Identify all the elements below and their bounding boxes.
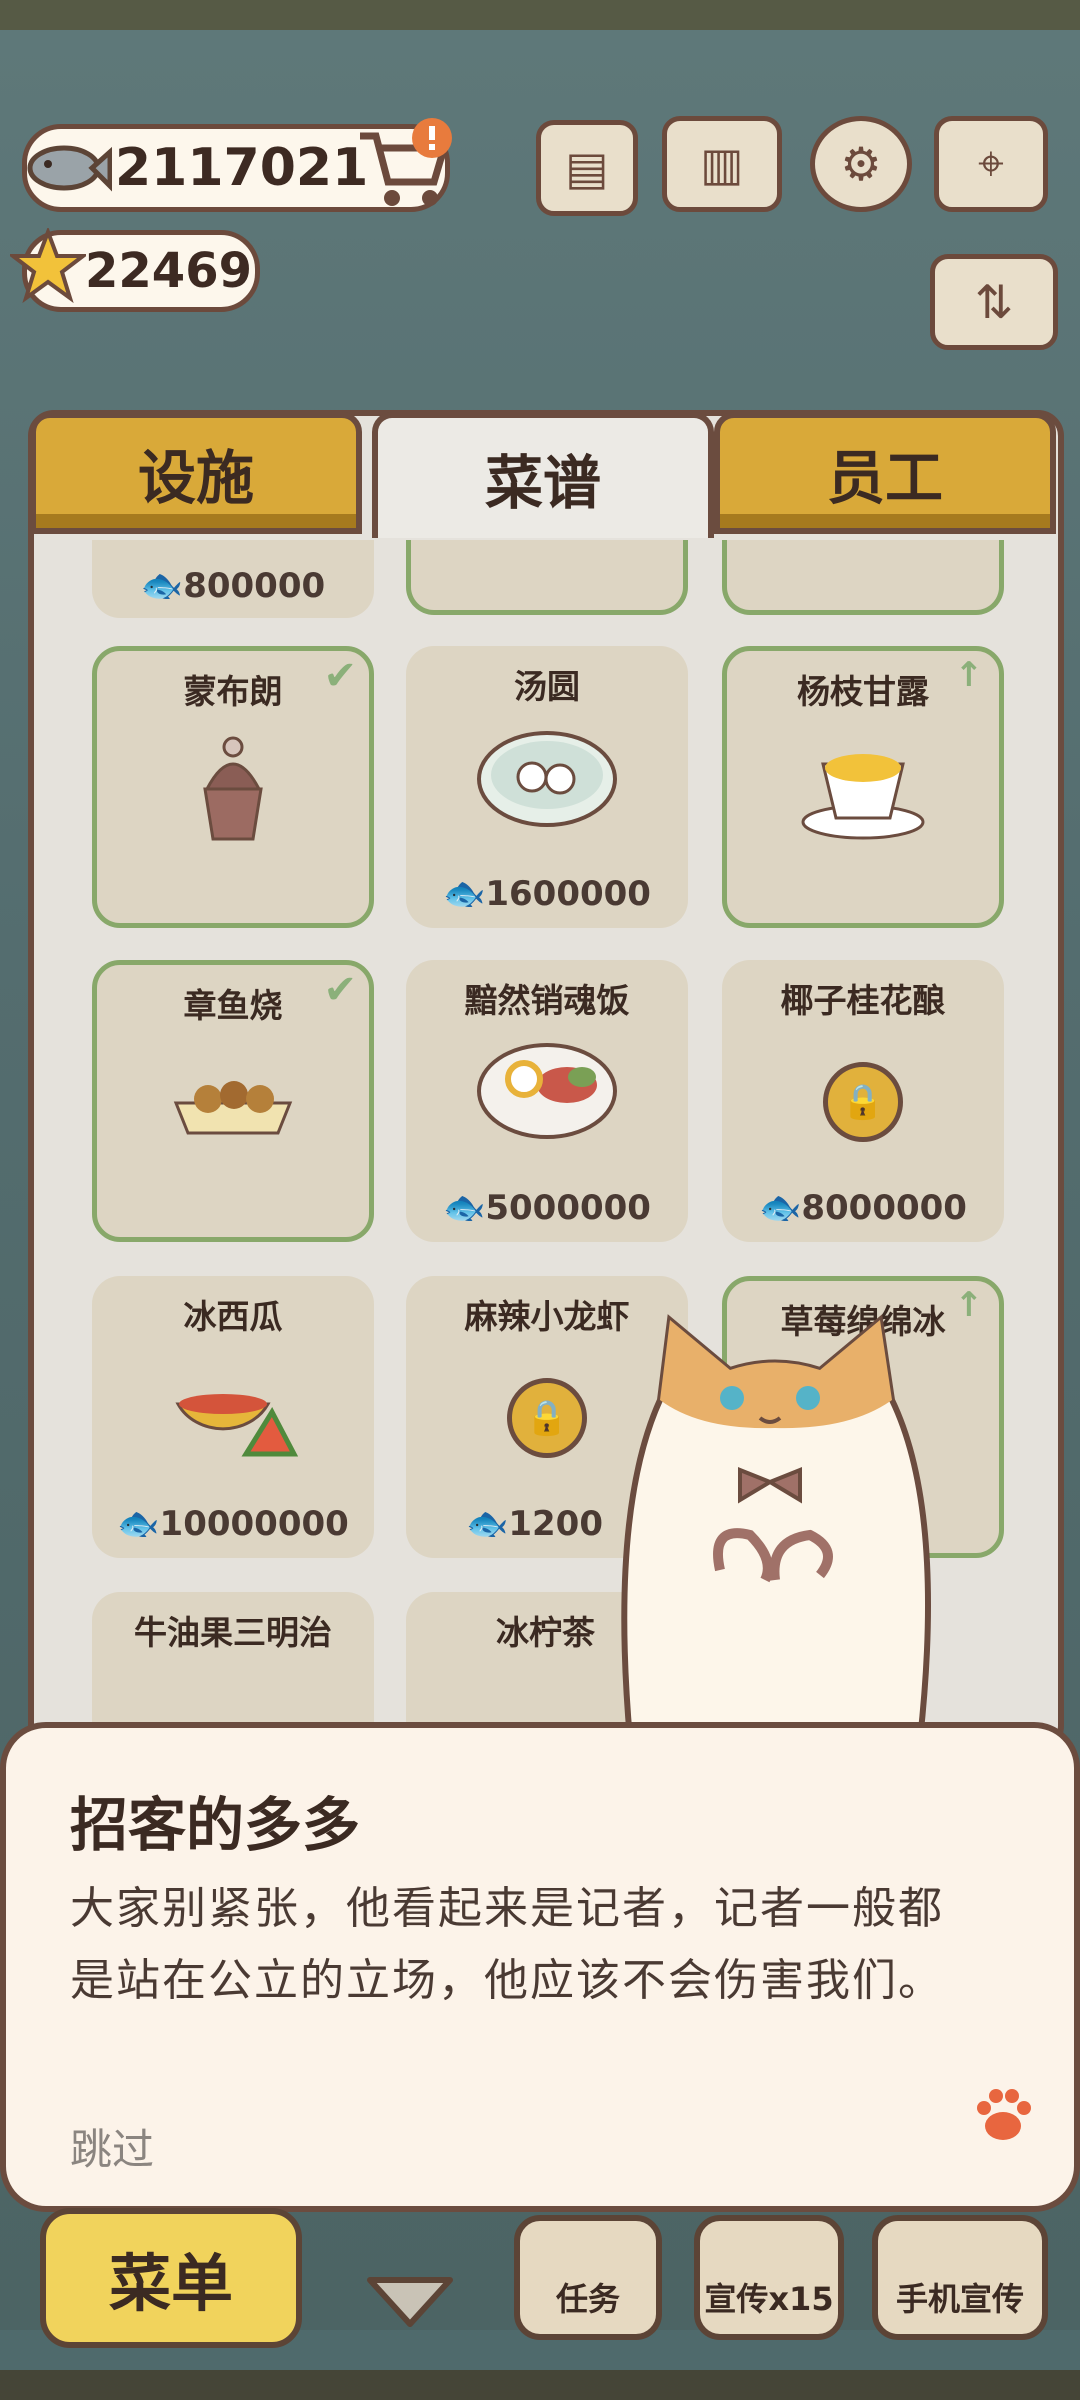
tab-staff-label: 员工 xyxy=(826,444,943,512)
recipe-price: 🐟8000000 xyxy=(759,1188,967,1228)
lock-icon: 🔒 xyxy=(507,1378,587,1458)
yangzhiganlu-dish-icon xyxy=(798,734,928,848)
promo-button[interactable]: 宣传x15 xyxy=(694,2215,844,2340)
recipe-price: 🐟5000000 xyxy=(443,1188,651,1228)
recipe-book-icon[interactable]: ▥ xyxy=(662,116,782,212)
tab-recipes[interactable]: 菜谱 xyxy=(372,412,714,538)
upgrade-arrow-icon: ↑ xyxy=(954,655,984,695)
owned-check-icon: ✔ xyxy=(323,653,357,699)
recipe-price: 🐟800000 xyxy=(140,566,326,606)
recipe-card-partial[interactable] xyxy=(406,540,688,615)
speaker-name: 招客的多多 xyxy=(70,1791,361,1859)
recipe-card-partial[interactable] xyxy=(722,540,1004,615)
cat-character-duoduo xyxy=(600,1310,950,1744)
recipe-price: 🐟1600000 xyxy=(443,874,651,914)
tab-facilities[interactable]: 设施 xyxy=(30,412,362,534)
recipe-card-tangyuan[interactable]: 汤圆 🐟1600000 xyxy=(406,646,688,928)
star-icon xyxy=(7,226,89,308)
paw-icon[interactable] xyxy=(972,2086,1034,2148)
takoyaki-dish-icon xyxy=(168,1063,298,1147)
fish-icon xyxy=(20,124,113,212)
gear-icon[interactable]: ⚙ xyxy=(810,116,912,212)
shop-cart-icon[interactable] xyxy=(352,116,452,216)
recipe-card-anran-rice[interactable]: 黯然销魂饭 🐟5000000 xyxy=(406,960,688,1242)
recipe-card-montblanc[interactable]: 蒙布朗 ✔ xyxy=(92,646,374,928)
montblanc-dish-icon xyxy=(193,729,273,853)
task-button[interactable]: 任务 xyxy=(514,2215,662,2340)
upgrade-arrow-icon: ↑ xyxy=(954,1285,984,1325)
recipe-name: 汤圆 xyxy=(514,667,580,706)
recipe-name: 牛油果三明治 xyxy=(134,1613,332,1652)
dialogue-line-2: 是站在公立的立场，他应该不会伤害我们。 xyxy=(70,1955,944,2006)
tab-staff[interactable]: 员工 xyxy=(714,412,1056,534)
dialogue-line-1: 大家别紧张，他看起来是记者，记者一般都 xyxy=(70,1883,944,1934)
task-button-label: 任务 xyxy=(555,2280,620,2318)
lock-icon: 🔒 xyxy=(823,1062,903,1142)
menu-button-label: 菜单 xyxy=(108,2247,233,2320)
map-icon[interactable]: ⌖ xyxy=(934,116,1048,212)
recipe-name: 椰子桂花酿 xyxy=(780,981,946,1020)
recipe-card-yangzhiganlu[interactable]: 杨枝甘露 ↑ xyxy=(722,646,1004,928)
phone-promo-button[interactable]: 手机宣传 xyxy=(872,2215,1048,2340)
recipe-name: 黯然销魂饭 xyxy=(464,981,630,1020)
promo-button-label: 宣传x15 xyxy=(704,2280,834,2318)
tab-recipes-label: 菜谱 xyxy=(484,449,601,517)
sort-toggle-icon[interactable]: ⇅ xyxy=(930,254,1058,350)
star-amount: 22469 xyxy=(85,243,252,299)
nav-bar-band xyxy=(0,2370,1080,2400)
menu-button[interactable]: 菜单 xyxy=(40,2208,302,2348)
watermelon-dish-icon xyxy=(168,1364,299,1468)
tangyuan-dish-icon xyxy=(472,721,622,835)
recipe-card-coconut-osmanthus[interactable]: 椰子桂花酿 🔒 🐟8000000 xyxy=(722,960,1004,1242)
tab-facilities-label: 设施 xyxy=(137,444,254,512)
notebook-icon[interactable]: ▤ xyxy=(536,120,638,216)
phone-promo-button-label: 手机宣传 xyxy=(895,2280,1024,2318)
recipe-name: 冰西瓜 xyxy=(183,1297,283,1336)
recipe-card-watermelon[interactable]: 冰西瓜 🐟10000000 xyxy=(92,1276,374,1558)
recipe-card-avocado-sandwich[interactable]: 牛油果三明治 xyxy=(92,1592,374,1732)
recipe-price: 🐟10000000 xyxy=(117,1504,349,1544)
recipe-card-takoyaki[interactable]: 章鱼烧 ✔ xyxy=(92,960,374,1242)
status-bar-band xyxy=(0,0,1080,30)
skip-button[interactable]: 跳过 xyxy=(70,2116,154,2177)
recipe-card-partial[interactable]: 🐟800000 xyxy=(92,540,374,618)
fish-amount: 2117021 xyxy=(115,138,369,198)
chevron-down-icon[interactable] xyxy=(364,2272,456,2336)
anran-rice-dish-icon xyxy=(472,1033,622,1147)
owned-check-icon: ✔ xyxy=(323,967,357,1013)
